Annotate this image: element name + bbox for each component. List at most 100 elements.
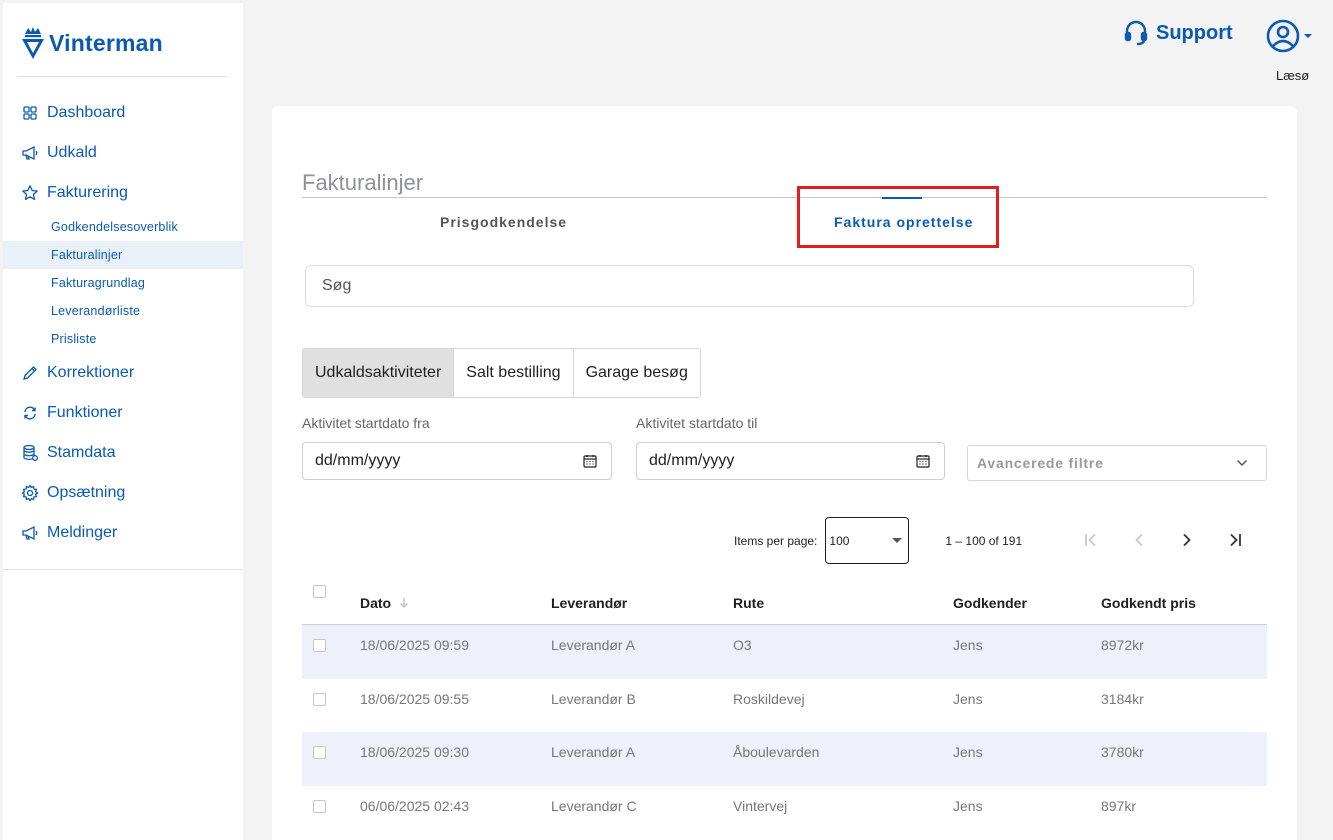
cell-godkender: Jens xyxy=(953,744,983,760)
previous-page-button[interactable] xyxy=(1129,530,1149,550)
sort-arrow-down-icon xyxy=(400,598,409,608)
row-checkbox[interactable] xyxy=(313,799,326,813)
date-from-label: Aktivitet startdato fra xyxy=(302,415,430,431)
refresh-icon xyxy=(21,404,39,422)
account-name: Læsø xyxy=(1276,68,1310,83)
row-checkbox[interactable] xyxy=(313,639,326,652)
cell-godkendt-pris: 3780kr xyxy=(1101,744,1144,760)
sidebar-subitem-prisliste[interactable]: Prisliste xyxy=(3,325,243,353)
column-header-label: Dato xyxy=(360,595,392,611)
column-header-dato[interactable]: Dato xyxy=(360,595,409,611)
calendar-icon[interactable] xyxy=(583,454,597,468)
next-page-button[interactable] xyxy=(1177,530,1197,550)
caret-down-icon xyxy=(1304,34,1312,38)
sidebar-nav: Dashboard Udkald Fakturering Godkendelse… xyxy=(3,93,243,553)
cell-godkender: Jens xyxy=(953,690,983,707)
cell-rute: Vintervej xyxy=(733,797,788,814)
sidebar-item-udkald[interactable]: Udkald xyxy=(3,133,243,173)
star-icon xyxy=(21,184,39,202)
cell-rute: O3 xyxy=(733,637,752,653)
last-page-button[interactable] xyxy=(1225,530,1245,550)
segment-udkaldsaktiviteter[interactable]: Udkaldsaktiviteter xyxy=(303,349,455,397)
grid-icon xyxy=(21,104,39,122)
chevron-left-icon xyxy=(1135,533,1143,547)
sidebar-item-label: Udkald xyxy=(47,144,97,161)
sidebar-item-dashboard[interactable]: Dashboard xyxy=(3,93,243,133)
last-page-icon xyxy=(1230,533,1241,547)
first-page-button[interactable] xyxy=(1081,530,1101,550)
table-row[interactable]: 18/06/2025 09:30 Leverandør A Åboulevard… xyxy=(302,732,1267,786)
date-from-value: dd/mm/yyyy xyxy=(315,452,401,469)
sidebar-item-opsaetning[interactable]: Opsætning xyxy=(3,473,243,513)
crown-v-icon xyxy=(22,27,44,59)
brand-name: Vinterman xyxy=(49,29,163,56)
account-menu-button[interactable] xyxy=(1266,19,1313,53)
sidebar-subitem-fakturalinjer[interactable]: Fakturalinjer xyxy=(3,241,243,269)
items-per-page-label: Items per page: xyxy=(734,533,818,548)
caret-down-icon xyxy=(892,537,903,543)
sidebar-item-label: Fakturering xyxy=(47,184,128,201)
table-row[interactable]: 06/06/2025 02:43 Leverandør C Vintervej … xyxy=(302,786,1267,840)
sidebar-subitem-godkendelsesoverblik[interactable]: Godkendelsesoverblik xyxy=(3,213,243,241)
segment-garage-besog[interactable]: Garage besøg xyxy=(573,349,700,397)
cell-godkendt-pris: 8972kr xyxy=(1101,637,1144,653)
sidebar-subitem-fakturagrundlag[interactable]: Fakturagrundlag xyxy=(3,269,243,297)
sidebar-item-label: Dashboard xyxy=(47,104,126,121)
chevron-down-icon xyxy=(1236,459,1248,467)
sidebar-item-fakturering[interactable]: Fakturering xyxy=(3,173,243,213)
pencil-icon xyxy=(21,364,39,382)
column-header-rute[interactable]: Rute xyxy=(733,595,764,611)
paginator: Items per page: 100 1 – 100 of 191 xyxy=(734,517,1022,564)
sidebar-subitem-leverandorliste[interactable]: Leverandørliste xyxy=(3,297,243,325)
cell-leverandor: Leverandør A xyxy=(551,637,636,653)
database-icon xyxy=(21,444,39,462)
row-checkbox[interactable] xyxy=(313,692,326,706)
sidebar-item-label: Korrektioner xyxy=(47,364,135,381)
sidebar-item-meldinger[interactable]: Meldinger xyxy=(3,513,243,553)
cell-dato: 06/06/2025 02:43 xyxy=(360,797,469,814)
advanced-filters-dropdown[interactable]: Avancerede filtre xyxy=(967,445,1267,481)
calendar-icon[interactable] xyxy=(916,454,930,468)
sidebar-item-stamdata[interactable]: Stamdata xyxy=(3,433,243,473)
brand-logo[interactable]: Vinterman xyxy=(21,25,163,61)
sidebar-item-label: Stamdata xyxy=(47,444,116,461)
megaphone-icon xyxy=(21,144,39,162)
cell-leverandor: Leverandør B xyxy=(551,690,636,707)
divider xyxy=(302,197,1267,198)
sidebar-item-korrektioner[interactable]: Korrektioner xyxy=(3,353,243,393)
support-label: Support xyxy=(1156,21,1233,44)
date-to-input[interactable]: dd/mm/yyyy xyxy=(636,442,945,480)
cell-rute: Åboulevarden xyxy=(733,744,820,760)
row-checkbox[interactable] xyxy=(313,746,326,759)
column-header-leverandor[interactable]: Leverandør xyxy=(551,595,627,611)
date-to-value: dd/mm/yyyy xyxy=(649,452,735,469)
table-row[interactable]: 18/06/2025 09:55 Leverandør B Roskildeve… xyxy=(302,679,1267,733)
select-all-checkbox[interactable] xyxy=(313,585,326,598)
items-per-page-select[interactable]: 100 xyxy=(825,517,910,564)
divider xyxy=(3,569,243,570)
search-input[interactable] xyxy=(305,265,1194,307)
cell-dato: 18/06/2025 09:30 xyxy=(360,744,469,760)
date-to-label: Aktivitet startdato til xyxy=(636,415,758,431)
page-title: Fakturalinjer xyxy=(302,170,424,195)
headset-icon xyxy=(1124,20,1148,46)
invoice-lines-table: Dato Leverandør Rute Godkender Godkendt … xyxy=(302,578,1267,839)
items-per-page-value: 100 xyxy=(829,533,850,548)
cell-godkender: Jens xyxy=(953,797,983,814)
cell-leverandor: Leverandør A xyxy=(551,744,636,760)
date-from-input[interactable]: dd/mm/yyyy xyxy=(302,442,612,480)
sidebar-item-funktioner[interactable]: Funktioner xyxy=(3,393,243,433)
sidebar: Vinterman Dashboard Udkald Fakturering G… xyxy=(3,3,243,840)
table-row[interactable]: 18/06/2025 09:59 Leverandør A O3 Jens 89… xyxy=(302,625,1267,679)
support-link[interactable]: Support xyxy=(1124,20,1233,46)
highlight-annotation xyxy=(797,186,999,248)
cell-leverandor: Leverandør C xyxy=(551,797,637,814)
tab-prisgodkendelse[interactable]: Prisgodkendelse xyxy=(440,214,567,230)
column-header-godkender[interactable]: Godkender xyxy=(953,595,1027,611)
table-header-row: Dato Leverandør Rute Godkender Godkendt … xyxy=(302,578,1267,625)
cell-godkendt-pris: 3184kr xyxy=(1101,690,1144,707)
activity-type-toggle: Udkaldsaktiviteter Salt bestilling Garag… xyxy=(302,348,701,398)
segment-salt-bestilling[interactable]: Salt bestilling xyxy=(454,349,574,397)
sidebar-item-label: Meldinger xyxy=(47,524,118,541)
column-header-godkendt-pris[interactable]: Godkendt pris xyxy=(1101,595,1196,611)
